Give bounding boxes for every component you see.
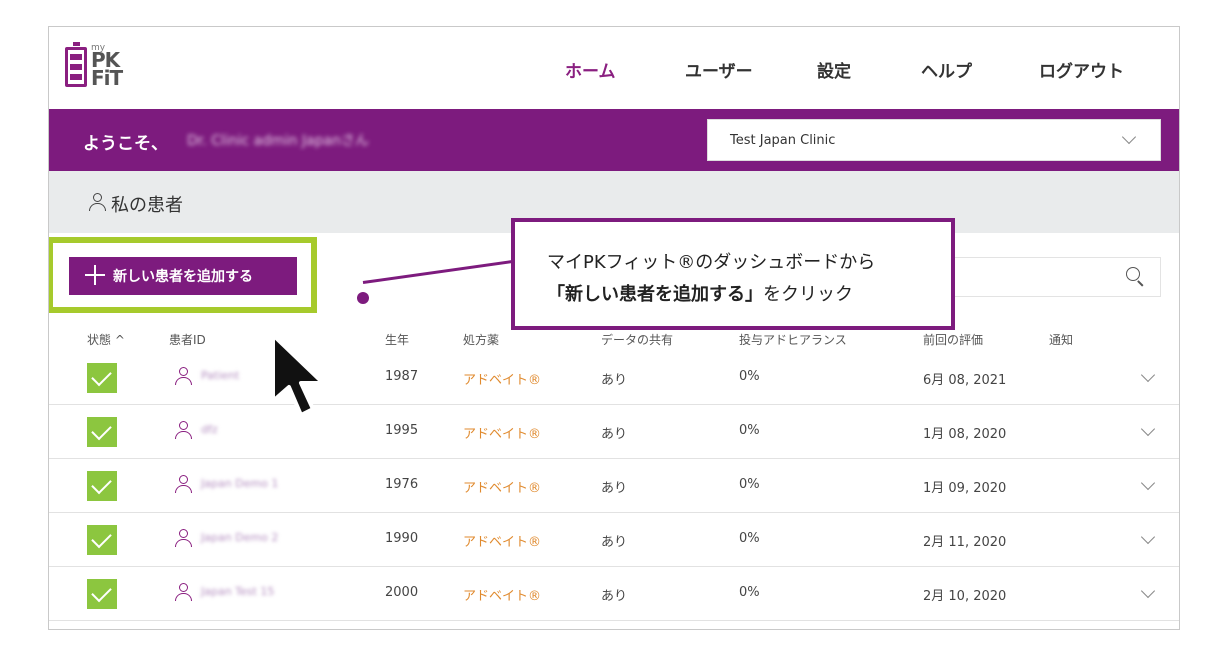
last-review: 6月 08, 2021 (923, 373, 1007, 388)
callout-line-1: マイPKフィット®のダッシュボードから (547, 252, 876, 273)
chevron-down-icon[interactable] (1140, 583, 1156, 599)
chevron-down-icon[interactable] (1140, 475, 1156, 491)
callout-emphasis: 「新しい患者を追加する」 (547, 284, 763, 305)
welcome-band: ようこそ、 Dr. Clinic admin Japanさん Test Japa… (49, 109, 1179, 171)
table-row[interactable]: Japan Test 15 2000 アドベイト® あり 0% 2月 10, 2… (49, 567, 1179, 621)
status-check-icon (87, 471, 117, 501)
battery-logo-icon (65, 42, 87, 87)
patient-icon (175, 421, 192, 439)
patient-icon (175, 583, 192, 601)
birth-year: 1976 (385, 477, 419, 492)
adherence: 0% (739, 369, 760, 384)
last-review: 2月 11, 2020 (923, 535, 1007, 550)
column-header-notification[interactable]: 通知 (1049, 331, 1073, 348)
adherence: 0% (739, 531, 760, 546)
chevron-down-icon[interactable] (1140, 529, 1156, 545)
data-sharing: あり (601, 589, 628, 604)
callout-line-2: 「新しい患者を追加する」をクリック (547, 280, 853, 306)
callout-rest: をクリック (763, 284, 853, 305)
welcome-user-name: Dr. Clinic admin Japanさん (187, 133, 369, 149)
table-row[interactable]: Japan Demo 1 1976 アドベイト® あり 0% 1月 09, 20… (49, 459, 1179, 513)
table-row[interactable]: Patient 1987 アドベイト® あり 0% 6月 08, 2021 (49, 351, 1179, 405)
connector-dot (357, 292, 369, 304)
patient-id[interactable]: Japan Test 15 (201, 585, 291, 599)
patient-id[interactable]: dfz (201, 423, 291, 437)
data-sharing: あり (601, 427, 628, 442)
mouse-cursor-icon (271, 333, 325, 417)
column-header-medication[interactable]: 処方薬 (463, 331, 499, 348)
column-header-adherence[interactable]: 投与アドヒアランス (739, 331, 847, 348)
column-header-data-sharing[interactable]: データの共有 (601, 331, 673, 348)
instruction-callout: マイPKフィット®のダッシュボードから 「新しい患者を追加する」をクリック (511, 218, 955, 330)
patient-icon (175, 529, 192, 547)
mypkfit-logo[interactable]: my PK FiT (65, 41, 135, 93)
medication: アドベイト® (463, 535, 542, 550)
chevron-down-icon[interactable] (1140, 367, 1156, 383)
nav-logout[interactable]: ログアウト (1039, 57, 1124, 82)
clinic-select[interactable]: Test Japan Clinic (707, 119, 1161, 161)
search-icon[interactable] (1126, 267, 1144, 285)
birth-year: 1995 (385, 423, 419, 438)
medication: アドベイト® (463, 589, 542, 604)
welcome-text: ようこそ、 (83, 134, 168, 154)
column-header-patient-id[interactable]: 患者ID (169, 331, 206, 348)
status-check-icon (87, 579, 117, 609)
app-window: my PK FiT ホーム ユーザー 設定 ヘルプ ログアウト ようこそ、 Dr… (48, 26, 1180, 630)
nav-settings[interactable]: 設定 (817, 57, 851, 82)
logo-fit-text: FiT (91, 66, 123, 90)
patient-icon (175, 475, 192, 493)
plus-icon (85, 265, 105, 285)
column-header-last-review[interactable]: 前回の評価 (923, 331, 983, 348)
nav-home[interactable]: ホーム (565, 57, 616, 82)
patient-id[interactable]: Japan Demo 2 (201, 531, 291, 545)
patient-icon (175, 367, 192, 385)
medication: アドベイト® (463, 481, 542, 496)
person-icon (89, 193, 106, 211)
status-check-icon (87, 525, 117, 555)
table-row[interactable]: Japan Demo 2 1990 アドベイト® あり 0% 2月 11, 20… (49, 513, 1179, 567)
last-review: 1月 08, 2020 (923, 427, 1007, 442)
adherence: 0% (739, 585, 760, 600)
adherence: 0% (739, 423, 760, 438)
medication: アドベイト® (463, 427, 542, 442)
top-navigation-bar: my PK FiT ホーム ユーザー 設定 ヘルプ ログアウト (49, 27, 1179, 109)
data-sharing: あり (601, 481, 628, 496)
callout-connector-line (362, 260, 512, 284)
add-patient-button[interactable]: 新しい患者を追加する (69, 257, 297, 295)
column-header-status[interactable]: 状態 ^ (87, 331, 125, 348)
birth-year: 1987 (385, 369, 419, 384)
medication: アドベイト® (463, 373, 542, 388)
status-check-icon (87, 363, 117, 393)
nav-help[interactable]: ヘルプ (921, 57, 972, 82)
column-header-birth-year[interactable]: 生年 (385, 331, 409, 348)
clinic-select-value: Test Japan Clinic (730, 133, 836, 148)
data-sharing: あり (601, 373, 628, 388)
table-row[interactable]: dfz 1995 アドベイト® あり 0% 1月 08, 2020 (49, 405, 1179, 459)
chevron-down-icon[interactable] (1140, 421, 1156, 437)
adherence: 0% (739, 477, 760, 492)
data-sharing: あり (601, 535, 628, 550)
last-review: 1月 09, 2020 (923, 481, 1007, 496)
add-patient-label: 新しい患者を追加する (113, 269, 253, 285)
chevron-down-icon (1121, 129, 1137, 145)
last-review: 2月 10, 2020 (923, 589, 1007, 604)
page-title: 私の患者 (111, 195, 183, 216)
birth-year: 1990 (385, 531, 419, 546)
nav-users[interactable]: ユーザー (685, 57, 753, 82)
birth-year: 2000 (385, 585, 419, 600)
status-check-icon (87, 417, 117, 447)
patient-id[interactable]: Japan Demo 1 (201, 477, 291, 491)
